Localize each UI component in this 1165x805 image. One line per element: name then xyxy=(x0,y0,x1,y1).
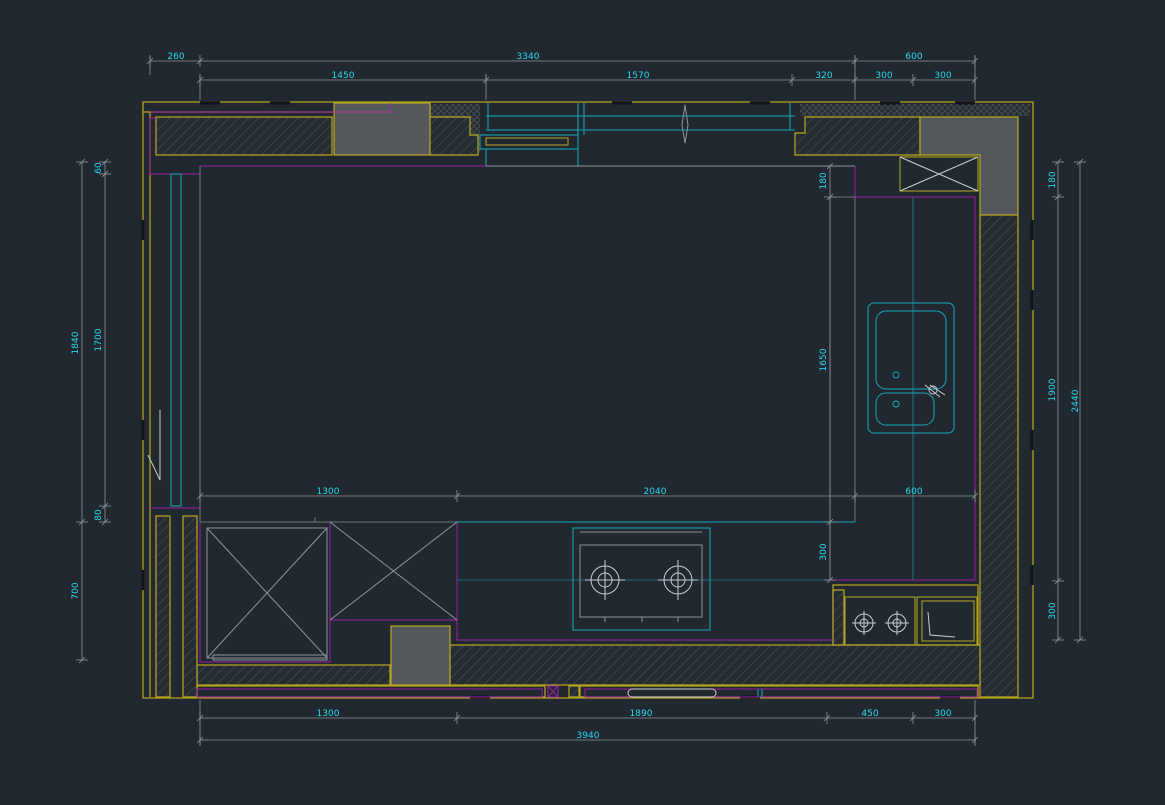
window-top xyxy=(479,103,795,167)
dim-left-60: 60 xyxy=(94,162,104,174)
stove-icon xyxy=(572,527,711,631)
dim-top-300a: 300 xyxy=(875,71,892,81)
dim-top-1450: 1450 xyxy=(332,71,355,81)
dim-left-80: 80 xyxy=(94,509,104,521)
kitchen-floor-plan: 260 3340 600 1450 1570 320 300 300 1840 … xyxy=(71,52,1086,746)
dim-right-180: 180 xyxy=(1048,171,1058,188)
wall-left-lower-b xyxy=(182,515,198,698)
column-top-right xyxy=(919,116,1019,216)
column-top-left xyxy=(333,102,431,156)
double-sink-icon xyxy=(867,302,955,434)
wall-top-right xyxy=(794,116,921,156)
dim-bottom-300: 300 xyxy=(934,709,951,719)
dim-top-300b: 300 xyxy=(934,71,951,81)
corner-cabinet-frame xyxy=(832,584,979,646)
dim-top-3340: 3340 xyxy=(517,52,540,62)
dim-top-1570: 1570 xyxy=(627,71,650,81)
bottom-sill-right xyxy=(579,685,979,698)
bottom-post-a xyxy=(568,685,580,698)
small-cooktop-icon xyxy=(844,596,916,646)
dim-top-320: 320 xyxy=(815,71,832,81)
dimension-lines xyxy=(76,55,1086,746)
dim-bottom-450: 450 xyxy=(861,709,878,719)
cabinets xyxy=(149,103,978,698)
wall-right xyxy=(979,214,1019,698)
reference-lines xyxy=(199,166,914,661)
dim-left-1700: 1700 xyxy=(94,328,104,351)
wall-ticks xyxy=(141,101,1034,699)
wall-bottom xyxy=(449,644,981,686)
bottom-sill xyxy=(196,685,546,698)
dim-int-1300: 1300 xyxy=(317,487,340,497)
dim-bottom-1300: 1300 xyxy=(317,709,340,719)
dim-right-300: 300 xyxy=(1048,602,1058,619)
upper-cabinet-box xyxy=(899,156,979,192)
dim-left-1840: 1840 xyxy=(71,331,81,354)
door-left xyxy=(147,173,182,507)
dim-int-600: 600 xyxy=(905,487,922,497)
wall-bottom-left xyxy=(196,664,391,686)
appliance-box-icon xyxy=(916,596,978,646)
wall-block-top-left xyxy=(155,116,333,156)
top-wall-band-right xyxy=(800,104,1030,116)
dim-left-700: 700 xyxy=(71,582,81,599)
cabinet-bottom-run xyxy=(456,522,833,641)
dim-int-v1650: 1650 xyxy=(819,348,829,371)
column-bottom xyxy=(390,625,451,686)
dim-int-v180: 180 xyxy=(819,172,829,189)
dim-int-v300: 300 xyxy=(819,543,829,560)
dim-bottom-1890: 1890 xyxy=(630,709,653,719)
wall-left-lower-a xyxy=(155,515,171,698)
dim-top-600: 600 xyxy=(905,52,922,62)
corner-cabinet-hatch xyxy=(832,589,845,646)
dim-int-2040: 2040 xyxy=(644,487,667,497)
dim-right-2440: 2440 xyxy=(1071,389,1081,412)
cabinet-left-tall xyxy=(199,521,331,663)
dim-bottom-3940: 3940 xyxy=(577,731,600,741)
dim-top-260: 260 xyxy=(167,52,184,62)
dim-right-1900: 1900 xyxy=(1048,378,1058,401)
